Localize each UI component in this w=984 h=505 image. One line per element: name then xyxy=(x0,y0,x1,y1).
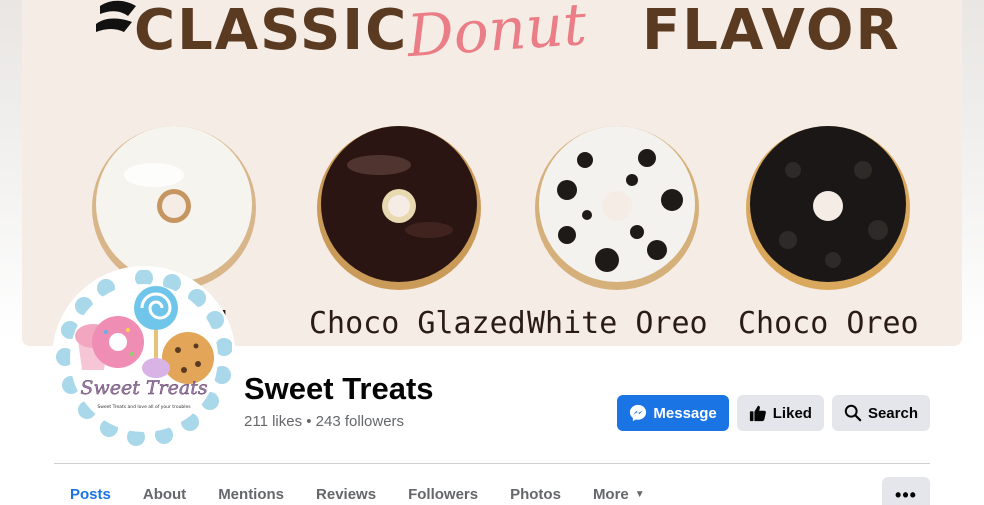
profile-avatar[interactable]: Sweet Treats Sweet Treats and love all o… xyxy=(56,269,233,446)
page-title: Sweet Treats xyxy=(244,371,434,406)
donut-label: Choco Glazed xyxy=(309,306,526,341)
donut-choco-glazed: Choco Glazed xyxy=(309,120,526,346)
cover-headline: CLASSIC Donut FLAVOR xyxy=(22,0,962,70)
message-button-label: Message xyxy=(653,404,717,422)
search-button-label: Search xyxy=(867,404,918,422)
caret-down-icon: ▼ xyxy=(634,489,645,500)
search-button[interactable]: Search xyxy=(831,395,930,431)
tab-photos[interactable]: Photos xyxy=(494,475,577,505)
donut-label: Choco Oreo xyxy=(738,306,919,341)
headline-word-classic: CLASSIC xyxy=(134,0,409,63)
donut-choco-oreo-image xyxy=(746,126,910,290)
tab-more[interactable]: More ▼ xyxy=(577,475,661,505)
donut-choco-oreo: Choco Oreo xyxy=(738,120,919,346)
header-divider xyxy=(54,463,930,464)
tab-reviews[interactable]: Reviews xyxy=(300,475,392,505)
messenger-icon xyxy=(630,404,647,422)
donut-white-oreo-image xyxy=(535,126,699,290)
avatar-tagline: Sweet Treats and love all of your troubl… xyxy=(97,404,191,410)
donut-label: White Oreo xyxy=(527,306,708,341)
more-options-button[interactable]: ••• xyxy=(882,477,930,505)
message-button[interactable]: Message xyxy=(617,395,729,431)
tab-more-label: More xyxy=(592,486,629,503)
thumbs-up-icon xyxy=(749,405,766,422)
tab-about[interactable]: About xyxy=(127,475,202,505)
liked-button-label: Liked xyxy=(772,404,812,422)
tab-posts[interactable]: Posts xyxy=(54,475,127,505)
donut-choco-glazed-image xyxy=(317,126,481,290)
page-tabs: Posts About Mentions Reviews Followers P… xyxy=(54,475,661,505)
tab-mentions[interactable]: Mentions xyxy=(202,475,300,505)
headline-word-donut: Donut xyxy=(404,0,589,71)
search-icon xyxy=(844,404,862,422)
page-stats[interactable]: 211 likes • 243 followers xyxy=(244,413,404,430)
profile-actions: Message Liked Search xyxy=(617,395,930,431)
headline-word-flavor: FLAVOR xyxy=(642,0,901,63)
liked-button[interactable]: Liked xyxy=(736,395,824,431)
tab-followers[interactable]: Followers xyxy=(392,475,494,505)
donut-white-oreo: White Oreo xyxy=(527,120,708,346)
more-options-icon: ••• xyxy=(895,484,917,505)
sweet-treats-logo-icon: Sweet Treats Sweet Treats and love all o… xyxy=(56,269,233,446)
avatar-brand-text: Sweet Treats xyxy=(80,377,207,399)
